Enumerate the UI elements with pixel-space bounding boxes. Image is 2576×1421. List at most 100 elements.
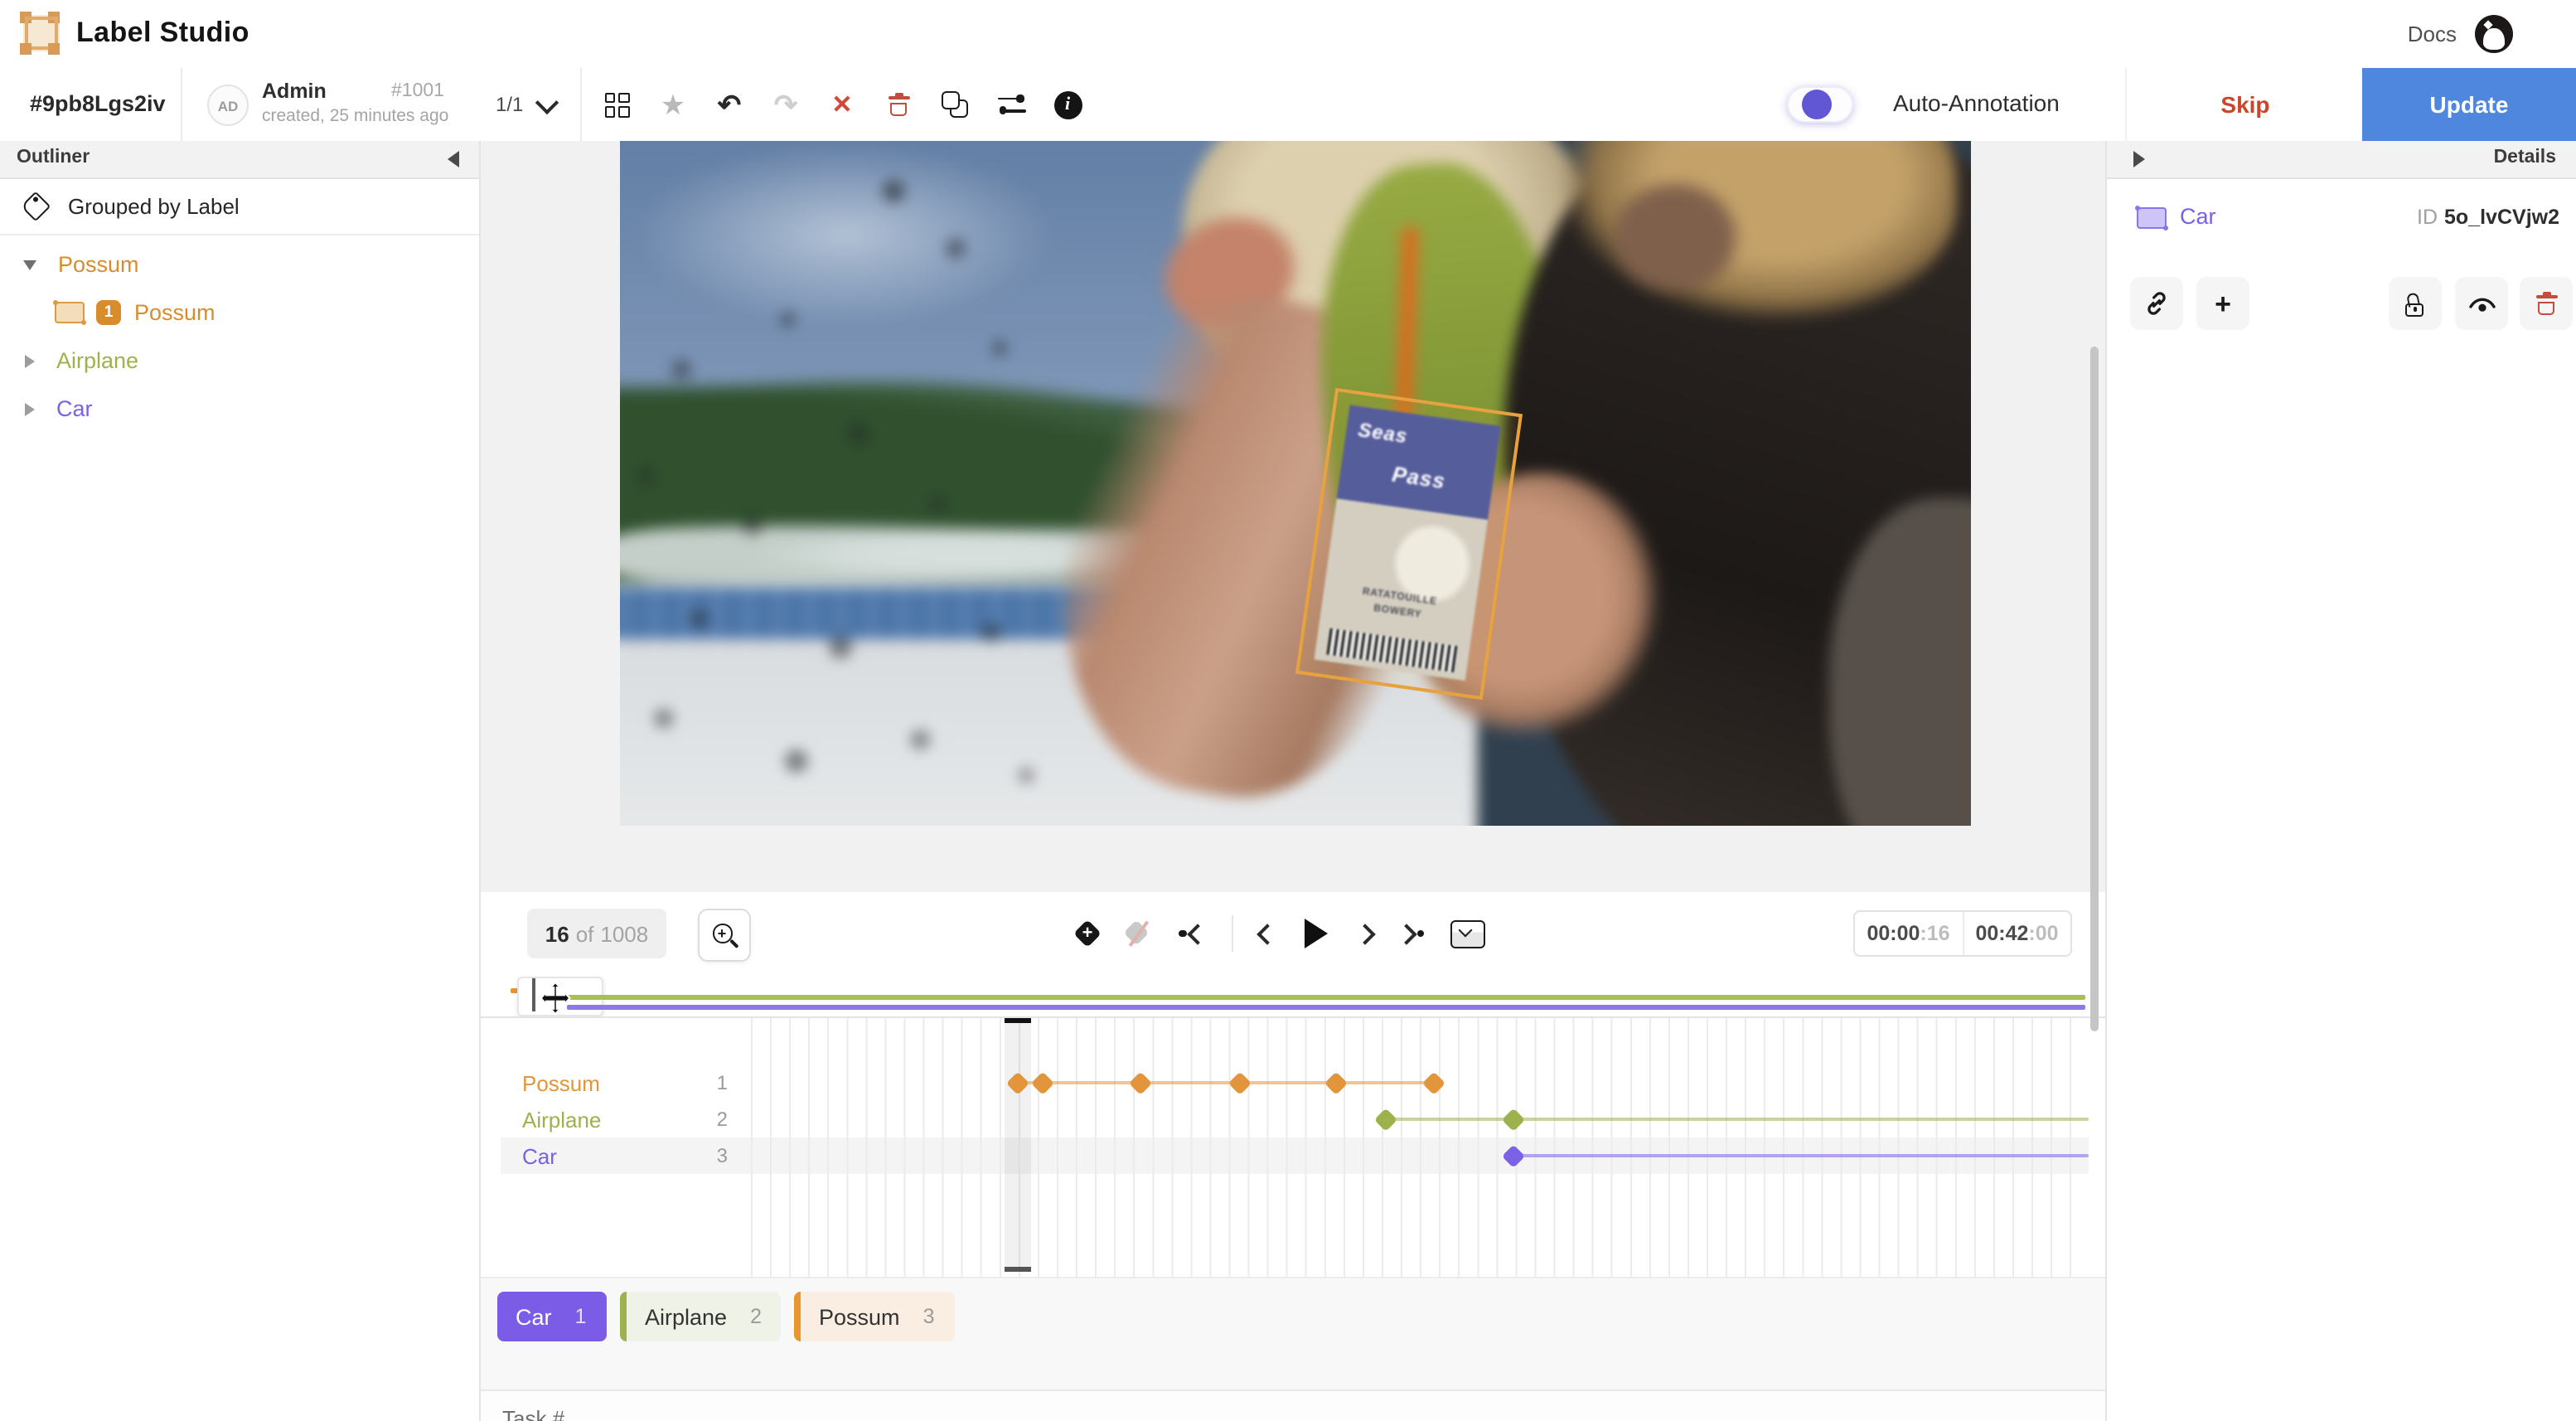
current-frame: 16 — [545, 921, 569, 946]
season-pass-card: Seas Pass RATATOUILLE BOWERY — [1314, 405, 1501, 680]
delete-annotation-button[interactable] — [879, 81, 918, 128]
label-text: Car — [516, 1304, 552, 1329]
reset-button[interactable]: ✕ — [822, 81, 862, 128]
video-frame[interactable]: Seas Pass RATATOUILLE BOWERY — [620, 141, 1971, 826]
outliner-title: Outliner — [17, 148, 90, 167]
plus-icon: + — [2215, 289, 2231, 318]
video-area: Seas Pass RATATOUILLE BOWERY — [481, 141, 2105, 892]
play-icon — [1304, 919, 1327, 948]
trash-icon — [2535, 291, 2557, 316]
keyframe-diamond[interactable] — [1324, 1072, 1347, 1094]
region-bounding-box[interactable]: Seas Pass RATATOUILLE BOWERY — [1295, 388, 1523, 700]
track-name: Airplane — [522, 1107, 601, 1132]
skip-button[interactable]: Skip — [2125, 68, 2364, 141]
track-row-airplane[interactable]: Airplane2 — [501, 1101, 751, 1137]
timeline-zoom-button[interactable]: + — [698, 909, 751, 962]
keyframe-span-car — [1513, 1154, 2089, 1157]
info-button[interactable]: i — [1048, 81, 1087, 128]
keyframe-diamond[interactable] — [1503, 1108, 1525, 1131]
tag-icon — [21, 192, 51, 222]
annotation-created: created, 25 minutes ago — [262, 106, 448, 126]
collapse-panel-icon[interactable] — [448, 151, 459, 167]
avatar: AD — [207, 85, 249, 126]
relations-button[interactable] — [991, 81, 1031, 128]
view-all-button[interactable] — [597, 81, 637, 128]
docs-link[interactable]: Docs — [2408, 22, 2457, 46]
track-row-car[interactable]: Car3 — [501, 1137, 751, 1174]
update-label: Update — [2430, 91, 2509, 118]
region-label: Possum — [134, 300, 215, 325]
video-still — [620, 141, 1971, 826]
caret-right-icon[interactable] — [25, 402, 35, 415]
update-button[interactable]: Update — [2362, 68, 2576, 141]
link-button[interactable] — [2130, 277, 2183, 330]
keyframe-timeline[interactable]: Possum1Airplane2Car3 — [481, 1016, 2105, 1278]
ground-truth-button[interactable]: ★ — [653, 81, 693, 128]
selected-region-row[interactable]: Car ID5o_lvCVjw2 — [2107, 194, 2576, 244]
chevron-right-icon — [1353, 923, 1374, 943]
play-button[interactable] — [1300, 919, 1330, 948]
scrollbar[interactable] — [2090, 347, 2099, 1031]
outliner-group-car[interactable]: Car — [0, 385, 479, 433]
label-hotkey: 2 — [750, 1305, 762, 1328]
next-frame-button[interactable] — [1357, 926, 1372, 941]
chevron-left-icon — [1256, 923, 1276, 943]
label-button-car[interactable]: Car 1 — [497, 1292, 606, 1341]
collapse-panel-icon[interactable] — [2133, 151, 2145, 167]
copy-icon — [942, 91, 968, 118]
redo-button[interactable]: ↷ — [766, 81, 806, 128]
card-header: Seas Pass — [1336, 405, 1501, 520]
undo-button[interactable]: ↶ — [709, 81, 749, 128]
annotation-toolbar: #9pb8Lgs2iv AD Admin #1001 created, 25 m… — [0, 68, 2576, 143]
timeline-minimap[interactable] — [501, 975, 2089, 1016]
undo-icon: ↶ — [718, 90, 742, 119]
minimap-playhead[interactable] — [532, 978, 535, 1011]
outliner-group-airplane[interactable]: Airplane — [0, 337, 479, 385]
add-relation-button[interactable]: + — [2196, 277, 2249, 330]
keyframe-diamond[interactable] — [1031, 1072, 1053, 1094]
caret-right-icon[interactable] — [25, 354, 35, 367]
keyframe-diamond[interactable] — [1374, 1108, 1397, 1131]
region-label: Car — [2180, 204, 2216, 229]
caret-down-icon[interactable] — [23, 259, 36, 269]
top-bar: Label Studio Docs — [0, 0, 2576, 70]
trash-icon — [888, 92, 909, 117]
region-item-possum[interactable]: 1Possum — [0, 289, 479, 337]
keyframe-diamond[interactable] — [1503, 1145, 1525, 1167]
keyframe-diamond[interactable] — [1228, 1072, 1251, 1094]
collapse-timeline-button[interactable] — [1450, 919, 1485, 948]
github-icon[interactable] — [2475, 15, 2513, 53]
hide-region-button[interactable] — [2455, 277, 2508, 330]
duplicate-button[interactable] — [935, 81, 975, 128]
track-row-possum[interactable]: Possum1 — [501, 1065, 751, 1101]
label-hotkey: 1 — [575, 1305, 587, 1328]
total-time: 00:42:00 — [1963, 912, 2070, 955]
label-button-airplane[interactable]: Airplane2 — [620, 1292, 782, 1341]
keyframe-remove-button[interactable] — [1124, 920, 1152, 947]
keyframe-diamond[interactable] — [1007, 1072, 1029, 1094]
outliner-group-possum[interactable]: Possum — [0, 240, 479, 289]
app-title: Label Studio — [76, 17, 249, 50]
toggle-knob — [1802, 90, 1832, 119]
close-icon: ✕ — [831, 92, 852, 117]
track-number: 1 — [717, 1071, 728, 1094]
region-actions: + — [2107, 277, 2576, 330]
group-label: Airplane — [56, 348, 138, 373]
auto-annotation-toggle[interactable] — [1787, 86, 1853, 123]
collapse-timeline-icon — [1450, 919, 1485, 948]
lock-region-button[interactable] — [2389, 277, 2442, 330]
grouping-selector[interactable]: Grouped by Label — [0, 179, 479, 235]
keyframe-diamond[interactable] — [1423, 1072, 1445, 1094]
next-keyframe-button[interactable] — [1398, 926, 1424, 941]
card-title-2: Pass — [1391, 461, 1447, 493]
keyframe-add-button[interactable]: + — [1077, 924, 1097, 943]
task-id: #9pb8Lgs2iv — [30, 91, 166, 116]
chevron-down-icon[interactable] — [535, 91, 559, 114]
prev-frame-button[interactable] — [1259, 926, 1274, 941]
track-lanes — [751, 1065, 2089, 1174]
delete-region-button[interactable] — [2520, 277, 2573, 330]
label-button-possum[interactable]: Possum3 — [794, 1292, 954, 1341]
prev-keyframe-button[interactable] — [1179, 926, 1204, 941]
keyframe-diamond[interactable] — [1129, 1072, 1151, 1094]
transfer-icon — [997, 94, 1025, 115]
